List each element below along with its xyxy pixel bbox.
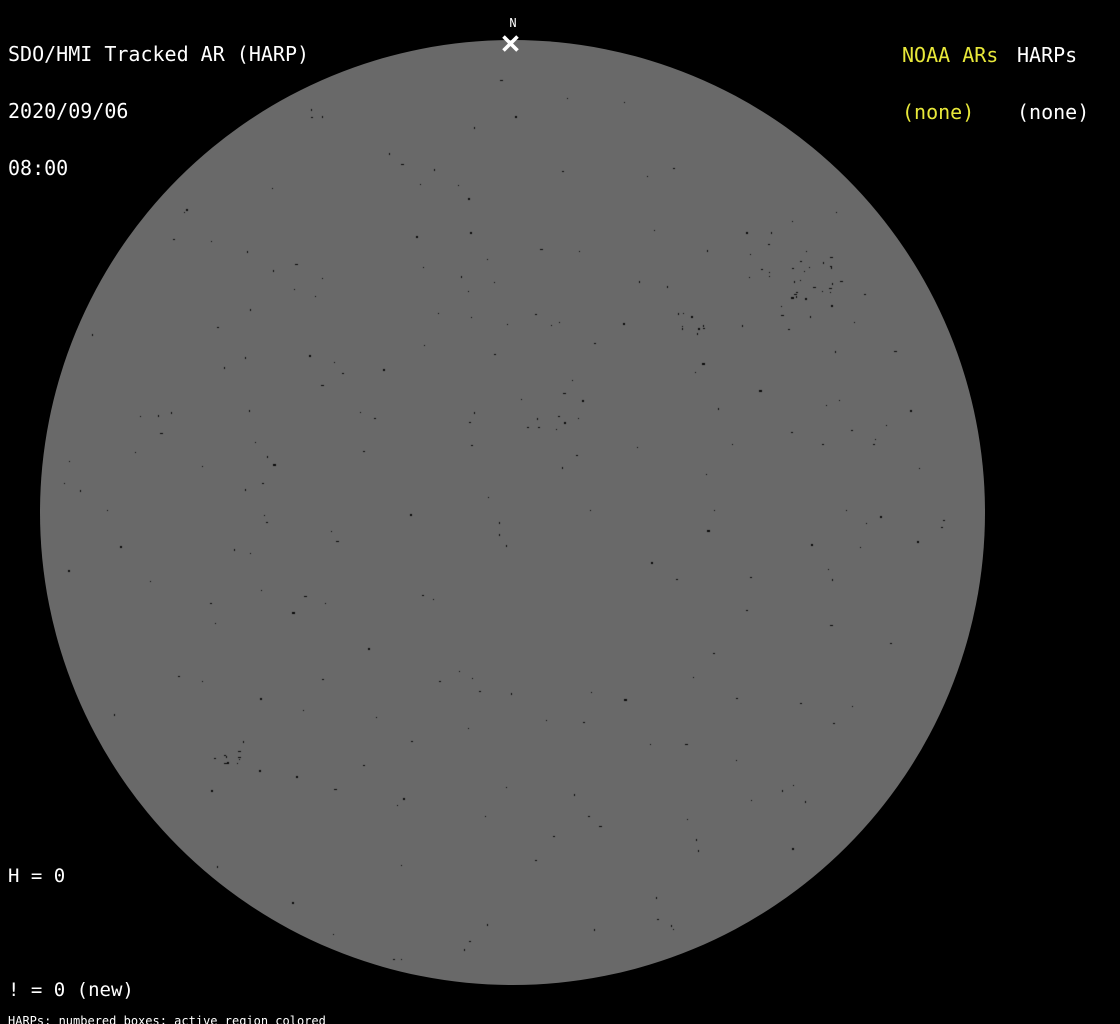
harps-value: (none) [1017, 103, 1089, 122]
noaa-ars-value: (none) [902, 103, 998, 122]
time-label: 08:00 [8, 159, 309, 178]
north-pole-cross-icon [501, 34, 520, 53]
harps-counter: HARPs (none) [1017, 8, 1089, 160]
harp-count-line: H = 0 [8, 867, 225, 886]
footnote-harps: HARPs: numbered boxes; active region col… [8, 1015, 427, 1024]
noaa-ars-counter: NOAA ARs (none) [902, 8, 998, 160]
noaa-ars-label: NOAA ARs [902, 46, 998, 65]
title-block: SDO/HMI Tracked AR (HARP) 2020/09/06 08:… [8, 7, 309, 216]
app-title: SDO/HMI Tracked AR (HARP) [8, 45, 309, 64]
footnotes: HARPs: numbered boxes; active region col… [8, 991, 427, 1024]
north-pole-label: N [505, 17, 521, 29]
harps-label: HARPs [1017, 46, 1089, 65]
date-label: 2020/09/06 [8, 102, 309, 121]
legend-gap [8, 924, 225, 943]
sdo-hmi-harp-frame: SDO/HMI Tracked AR (HARP) 2020/09/06 08:… [0, 0, 1120, 1024]
